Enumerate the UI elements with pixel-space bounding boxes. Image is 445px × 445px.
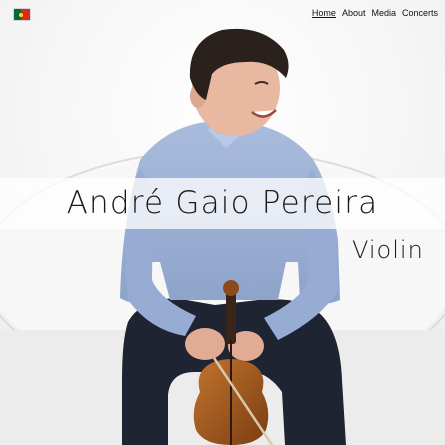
left-hand	[185, 328, 225, 360]
nav-link-about[interactable]: About	[342, 8, 366, 18]
artist-name: André Gaio Pereira	[66, 185, 379, 221]
page: Home About Media Concerts André Gaio Per…	[0, 0, 445, 445]
nav-link-media[interactable]: Media	[371, 8, 396, 18]
top-navigation: Home About Media Concerts	[0, 0, 445, 28]
violin-scroll	[223, 280, 239, 296]
nav-link-home[interactable]: Home	[312, 8, 336, 18]
portugal-flag-icon[interactable]	[14, 9, 30, 20]
nav-link-concerts[interactable]: Concerts	[402, 8, 438, 18]
main-menu: Home About Media Concerts	[312, 8, 438, 18]
name-banner: André Gaio Pereira	[0, 178, 445, 229]
instrument-label: Violin	[352, 236, 424, 264]
